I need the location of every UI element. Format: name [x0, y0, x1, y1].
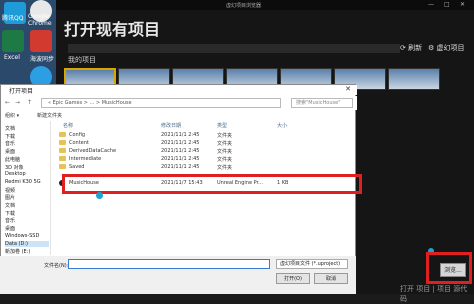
file-row[interactable]: Intermediate 2021/11/1 2:45 文件夹: [57, 155, 357, 163]
excel-icon[interactable]: [2, 30, 24, 52]
nav-item[interactable]: 音乐: [5, 217, 15, 224]
desktop-icon-label: Excel: [4, 54, 20, 61]
file-date: 2021/11/1 2:45: [161, 164, 200, 170]
folder-icon: [59, 164, 66, 169]
file-type: 文件夹: [217, 157, 233, 163]
highlight-box: [62, 174, 362, 194]
dialog-title: 打开项目: [9, 88, 34, 95]
desktop-icon-label: 海波同步: [30, 56, 55, 63]
section-my-projects: 我的项目: [68, 56, 96, 64]
bottom-status: 打开 项目 | 项目 源代码: [400, 285, 468, 303]
cancel-button[interactable]: 取消: [314, 273, 348, 284]
up-icon[interactable]: ↑: [27, 99, 32, 106]
address-bar-row: ← → ↑ « Epic Games > ... > MusicHouse 搜索…: [1, 96, 357, 110]
organize-menu[interactable]: 组织 ▾: [5, 112, 19, 119]
column-name[interactable]: 名称: [63, 122, 73, 129]
file-row[interactable]: Content 2021/11/1 2:45 文件夹: [57, 139, 357, 147]
file-row[interactable]: Saved 2021/11/1 2:45 文件夹: [57, 163, 357, 171]
refresh-button[interactable]: ⟳ 刷新: [400, 43, 422, 53]
file-type-select[interactable]: 虚幻项目文件 (*.uproject): [276, 259, 348, 269]
address-bar[interactable]: « Epic Games > ... > MusicHouse: [41, 98, 281, 108]
library-button[interactable]: ⚙ 虚幻项目: [428, 43, 465, 53]
folder-icon: [59, 140, 66, 145]
nav-item[interactable]: 新加卷 (E:): [5, 248, 30, 255]
file-name: Saved: [69, 164, 85, 170]
launcher-titlebar: 虚幻项目浏览器 — □ ✕: [56, 0, 474, 10]
navigation-pane: 文档 下载 音乐 桌面 此电脑 3D 对象 Desktop Redmi K30 5G 视频 图片文…: [1, 121, 51, 255]
file-date: 2021/11/1 2:45: [161, 156, 200, 162]
page-title: 打开现有项目: [64, 20, 161, 39]
file-type: 文件夹: [217, 165, 233, 171]
nav-item[interactable]: 桌面: [5, 148, 15, 155]
nav-item[interactable]: 视频: [5, 187, 15, 194]
nav-item[interactable]: 文档: [5, 125, 15, 132]
open-button[interactable]: 打开(O): [276, 273, 310, 284]
back-icon[interactable]: ←: [5, 99, 10, 106]
project-search-bar[interactable]: [68, 44, 400, 53]
new-folder-button[interactable]: 新建文件夹: [37, 112, 62, 119]
filename-input[interactable]: [68, 259, 270, 269]
nav-item[interactable]: Desktop: [5, 171, 26, 177]
minimize-icon[interactable]: —: [428, 1, 434, 8]
maximize-icon[interactable]: □: [444, 1, 450, 8]
highlight-box: [426, 252, 472, 284]
file-date: 2021/11/1 2:45: [161, 148, 200, 154]
nav-item[interactable]: Windows-SSD: [5, 233, 39, 239]
file-row[interactable]: DerivedDataCache 2021/11/1 2:45 文件夹: [57, 147, 357, 155]
nav-item[interactable]: 3D 对象: [5, 164, 24, 171]
dialog-search-input[interactable]: 搜索"MusicHouse": [291, 98, 353, 108]
launcher-title: 虚幻项目浏览器: [226, 3, 262, 9]
nav-item[interactable]: 音乐: [5, 140, 15, 147]
close-icon[interactable]: ✕: [460, 1, 465, 8]
step-marker: [96, 192, 103, 199]
column-type[interactable]: 类型: [217, 122, 227, 129]
file-date: 2021/11/1 2:45: [161, 140, 200, 146]
filename-label: 文件名(N):: [44, 263, 69, 269]
file-name: DerivedDataCache: [69, 148, 117, 154]
file-type: 文件夹: [217, 149, 233, 155]
nav-item[interactable]: 下载: [5, 133, 15, 140]
file-type: 文件夹: [217, 141, 233, 147]
dialog-close-icon[interactable]: ✕: [345, 85, 351, 93]
nav-item[interactable]: 图片: [5, 194, 15, 201]
dialog-titlebar: 打开项目 ✕: [1, 85, 357, 95]
forward-icon[interactable]: →: [15, 99, 20, 106]
file-date: 2021/11/1 2:45: [161, 132, 200, 138]
column-size[interactable]: 大小: [277, 122, 287, 129]
column-date[interactable]: 修改日期: [161, 122, 181, 129]
folder-icon: [59, 156, 66, 161]
project-thumbnail[interactable]: [388, 68, 440, 90]
dialog-toolbar: 组织 ▾ 新建文件夹: [1, 111, 357, 121]
app-icon[interactable]: [30, 30, 52, 52]
nav-item[interactable]: 文档: [5, 202, 15, 209]
file-name: Config: [69, 132, 86, 138]
nav-item[interactable]: 此电脑: [5, 156, 20, 163]
nav-item[interactable]: 桌面: [5, 225, 15, 232]
desktop-icon-label: 腾讯QQ: [2, 15, 24, 22]
folder-icon: [59, 132, 66, 137]
file-row[interactable]: Config 2021/11/1 2:45 文件夹: [57, 131, 357, 139]
file-name: Content: [69, 140, 89, 146]
desktop-icon-label: Google Chrome: [28, 13, 52, 27]
nav-item[interactable]: 下载: [5, 210, 15, 217]
file-name: Intermediate: [69, 156, 102, 162]
nav-item[interactable]: Data (D:): [5, 240, 49, 247]
nav-item[interactable]: Redmi K30 5G: [5, 179, 41, 185]
folder-icon: [59, 148, 66, 153]
file-type: 文件夹: [217, 133, 233, 139]
file-list-header: 名称 修改日期 类型 大小: [57, 121, 357, 129]
